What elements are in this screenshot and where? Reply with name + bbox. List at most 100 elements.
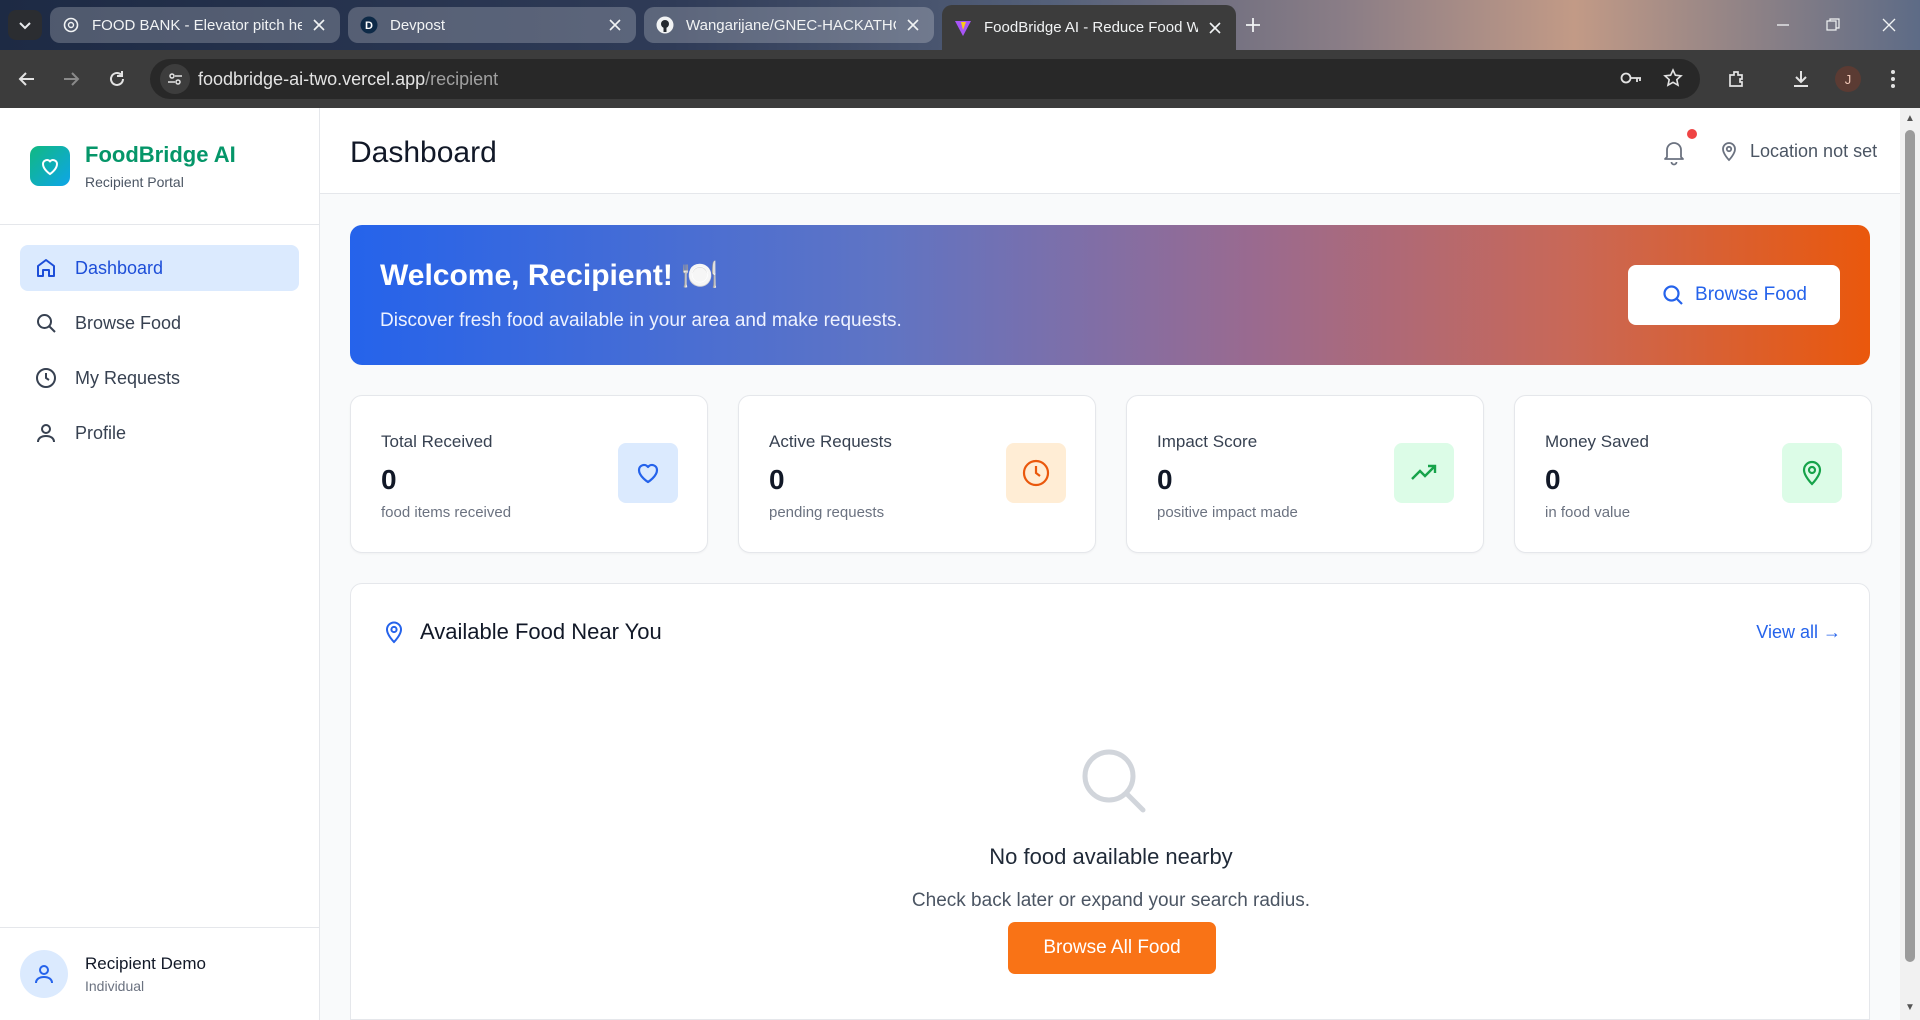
address-bar[interactable]: foodbridge-ai-two.vercel.app/recipient <box>150 59 1700 99</box>
back-button[interactable] <box>12 64 42 94</box>
sidebar-item-profile[interactable]: Profile <box>20 410 299 456</box>
profile-avatar[interactable]: J <box>1835 66 1861 92</box>
password-key-icon[interactable] <box>1618 65 1644 91</box>
forward-button[interactable] <box>56 64 86 94</box>
heart-icon <box>618 443 678 503</box>
tab-title: FoodBridge AI - Reduce Food W <box>984 19 1198 36</box>
sidebar-item-my-requests[interactable]: My Requests <box>20 355 299 401</box>
page-scrollbar[interactable]: ▲ ▼ <box>1900 108 1920 1020</box>
close-tab-icon[interactable] <box>1206 19 1224 37</box>
plus-icon <box>1246 18 1260 32</box>
available-food-header: Available Food Near You <box>381 619 662 645</box>
top-bar: Dashboard Location not set <box>320 108 1900 194</box>
browse-food-button[interactable]: Browse Food <box>1628 265 1840 325</box>
browser-tab[interactable]: FOOD BANK - Elevator pitch he <box>50 7 340 43</box>
minimize-button[interactable] <box>1770 12 1796 38</box>
user-name: Recipient Demo <box>85 954 206 973</box>
stat-caption: pending requests <box>769 504 885 521</box>
downloads-button[interactable] <box>1786 64 1816 94</box>
tab-title: FOOD BANK - Elevator pitch he <box>92 16 302 34</box>
location-button[interactable]: Location not set <box>1718 140 1877 162</box>
tab-title: Devpost <box>390 16 446 34</box>
page-title: Dashboard <box>350 136 497 169</box>
extensions-button[interactable] <box>1722 64 1752 94</box>
stat-card-impact-score: Impact Score 0 positive impact made <box>1126 395 1484 553</box>
map-pin-icon <box>1782 443 1842 503</box>
more-vertical-icon <box>1891 70 1895 88</box>
tab-title: Wangarijane/GNEC-HACKATHO <box>686 16 896 34</box>
view-all-link[interactable]: View all → <box>1756 622 1841 643</box>
site-info-icon[interactable] <box>160 64 190 94</box>
user-card[interactable]: Recipient Demo Individual <box>0 927 319 1020</box>
stat-value: 0 <box>1545 464 1561 495</box>
map-pin-icon <box>381 619 407 645</box>
trending-up-icon <box>1394 443 1454 503</box>
close-tab-icon[interactable] <box>904 16 922 34</box>
stat-label: Money Saved <box>1545 432 1649 451</box>
browse-all-food-button[interactable]: Browse All Food <box>1008 922 1216 974</box>
browser-tab[interactable]: D Devpost <box>348 7 636 43</box>
devpost-icon: D <box>360 16 378 34</box>
scroll-thumb[interactable] <box>1905 130 1915 962</box>
user-role: Individual <box>85 978 145 994</box>
browser-toolbar: foodbridge-ai-two.vercel.app/recipient J <box>0 50 1920 108</box>
sidebar: FoodBridge AI Recipient Portal Dashboard… <box>0 108 320 1020</box>
close-tab-icon[interactable] <box>606 16 624 34</box>
openai-icon <box>62 16 80 34</box>
new-tab-button[interactable] <box>1240 12 1266 38</box>
brand-logo <box>30 146 70 186</box>
url-host: foodbridge-ai-two.vercel.app <box>198 68 426 89</box>
stat-card-money-saved: Money Saved 0 in food value <box>1514 395 1872 553</box>
stat-card-active-requests: Active Requests 0 pending requests <box>738 395 1096 553</box>
download-icon <box>1794 71 1808 87</box>
url-path: /recipient <box>425 68 499 89</box>
reload-icon <box>110 71 124 86</box>
home-icon <box>34 256 58 280</box>
search-icon <box>1661 283 1685 307</box>
url-text: foodbridge-ai-two.vercel.app/recipient <box>198 69 498 90</box>
restore-button[interactable] <box>1820 12 1846 38</box>
browser-tab-active[interactable]: FoodBridge AI - Reduce Food W <box>942 5 1236 50</box>
close-tab-icon[interactable] <box>310 16 328 34</box>
clock-icon <box>1006 443 1066 503</box>
browse-food-label: Browse Food <box>1695 284 1807 305</box>
notifications-button[interactable] <box>1660 138 1688 166</box>
welcome-subtitle: Discover fresh food available in your ar… <box>380 310 902 331</box>
available-food-panel: Available Food Near You View all → No fo… <box>350 583 1870 1020</box>
sidebar-item-label: Profile <box>75 422 127 443</box>
svg-text:D: D <box>365 20 373 32</box>
stat-label: Impact Score <box>1157 432 1258 451</box>
scroll-down-arrow[interactable]: ▼ <box>1905 1002 1915 1013</box>
stat-caption: positive impact made <box>1157 504 1298 521</box>
stat-label: Active Requests <box>769 432 892 451</box>
github-icon <box>656 16 674 34</box>
bookmark-star-icon[interactable] <box>1660 65 1686 91</box>
sidebar-item-browse-food[interactable]: Browse Food <box>20 300 299 346</box>
stat-label: Total Received <box>381 432 493 451</box>
chevron-down-icon <box>19 22 31 30</box>
sidebar-item-label: Browse Food <box>75 312 182 333</box>
reload-button[interactable] <box>102 64 132 94</box>
stat-caption: in food value <box>1545 504 1631 521</box>
notification-badge <box>1687 129 1697 139</box>
map-pin-icon <box>1718 140 1740 162</box>
sidebar-nav: Dashboard Browse Food My Requests Profil… <box>0 225 319 485</box>
welcome-title: Welcome, Recipient! 🍽️ <box>380 259 719 292</box>
avatar <box>20 950 68 998</box>
browser-menu-button[interactable] <box>1878 64 1908 94</box>
close-icon <box>1882 18 1896 32</box>
close-window-button[interactable] <box>1876 12 1902 38</box>
tab-search-button[interactable] <box>8 10 42 40</box>
stat-caption: food items received <box>381 504 512 521</box>
scroll-up-arrow[interactable]: ▲ <box>1905 113 1915 124</box>
stat-value: 0 <box>769 464 785 495</box>
sidebar-item-dashboard[interactable]: Dashboard <box>20 245 299 291</box>
brand: FoodBridge AI Recipient Portal <box>0 108 319 225</box>
arrow-left-icon <box>18 72 34 86</box>
browser-tab[interactable]: Wangarijane/GNEC-HACKATHO <box>644 7 934 43</box>
puzzle-icon <box>1729 71 1743 87</box>
welcome-banner: Welcome, Recipient! 🍽️ Discover fresh fo… <box>350 225 1870 365</box>
restore-icon <box>1826 18 1840 31</box>
sidebar-item-label: My Requests <box>75 367 181 388</box>
user-icon <box>34 421 58 445</box>
